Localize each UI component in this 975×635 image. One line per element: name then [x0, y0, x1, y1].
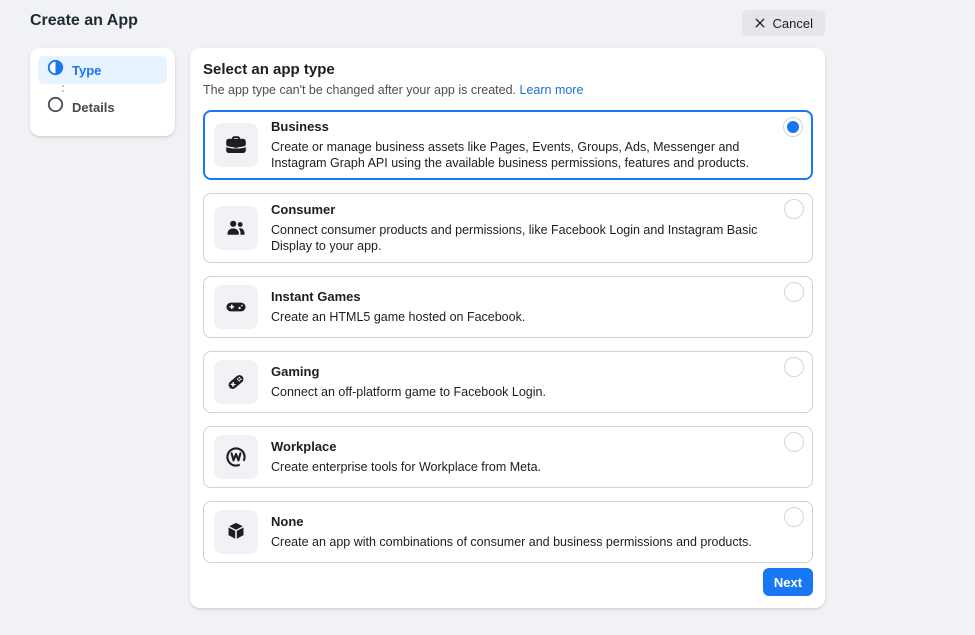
app-type-texts: Consumer Connect consumer products and p…	[271, 202, 768, 254]
step-connector	[62, 85, 64, 92]
page-title: Create an App	[30, 12, 138, 30]
stepper-sidebar: Type Details	[30, 48, 175, 136]
app-type-card-consumer[interactable]: Consumer Connect consumer products and p…	[203, 193, 813, 263]
cancel-label: Cancel	[773, 16, 813, 31]
close-icon	[754, 17, 766, 29]
cancel-button[interactable]: Cancel	[742, 10, 825, 36]
app-type-texts: Instant Games Create an HTML5 game hoste…	[271, 289, 525, 325]
app-type-name: Gaming	[271, 364, 546, 379]
radio-dot	[787, 121, 799, 133]
app-type-description: Connect an off-platform game to Facebook…	[271, 384, 546, 400]
step-details-label: Details	[72, 100, 115, 115]
tilted-gamepad-icon	[214, 360, 258, 404]
briefcase-icon	[214, 123, 258, 167]
app-type-name: Business	[271, 119, 768, 134]
panel-title: Select an app type	[203, 61, 813, 78]
app-type-panel: Select an app type The app type can't be…	[190, 48, 825, 608]
app-type-description: Create an HTML5 game hosted on Facebook.	[271, 309, 525, 325]
app-type-name: Consumer	[271, 202, 768, 217]
app-type-radio[interactable]	[784, 282, 804, 302]
app-type-texts: None Create an app with combinations of …	[271, 514, 752, 550]
app-type-texts: Workplace Create enterprise tools for Wo…	[271, 439, 541, 475]
app-type-radio[interactable]	[784, 357, 804, 377]
app-type-card-gaming[interactable]: Gaming Connect an off-platform game to F…	[203, 351, 813, 413]
step-details[interactable]: Details	[38, 93, 167, 121]
workplace-icon	[214, 435, 258, 479]
panel-subtitle: The app type can't be changed after your…	[203, 82, 813, 98]
app-type-radio[interactable]	[784, 507, 804, 527]
people-icon	[214, 206, 258, 250]
app-type-radio[interactable]	[784, 432, 804, 452]
app-type-name: Instant Games	[271, 289, 525, 304]
app-type-list: Business Create or manage business asset…	[203, 110, 813, 563]
app-type-texts: Business Create or manage business asset…	[271, 119, 768, 171]
step-type[interactable]: Type	[38, 56, 167, 84]
app-type-texts: Gaming Connect an off-platform game to F…	[271, 364, 546, 400]
app-type-description: Connect consumer products and permission…	[271, 222, 768, 254]
next-button[interactable]: Next	[763, 568, 813, 596]
empty-circle-icon	[47, 96, 64, 118]
app-type-radio[interactable]	[784, 199, 804, 219]
app-type-card-business[interactable]: Business Create or manage business asset…	[203, 110, 813, 180]
app-type-card-workplace[interactable]: Workplace Create enterprise tools for Wo…	[203, 426, 813, 488]
cube-icon	[214, 510, 258, 554]
app-type-description: Create an app with combinations of consu…	[271, 534, 752, 550]
app-type-name: Workplace	[271, 439, 541, 454]
half-filled-circle-icon	[47, 59, 64, 81]
app-type-radio[interactable]	[783, 117, 803, 137]
app-type-card-instant-games[interactable]: Instant Games Create an HTML5 game hoste…	[203, 276, 813, 338]
gamepad-icon	[214, 285, 258, 329]
step-type-label: Type	[72, 63, 101, 78]
app-type-description: Create enterprise tools for Workplace fr…	[271, 459, 541, 475]
app-type-description: Create or manage business assets like Pa…	[271, 139, 768, 171]
panel-subtitle-text: The app type can't be changed after your…	[203, 83, 516, 97]
app-type-name: None	[271, 514, 752, 529]
app-type-card-none[interactable]: None Create an app with combinations of …	[203, 501, 813, 563]
learn-more-link[interactable]: Learn more	[520, 83, 584, 97]
